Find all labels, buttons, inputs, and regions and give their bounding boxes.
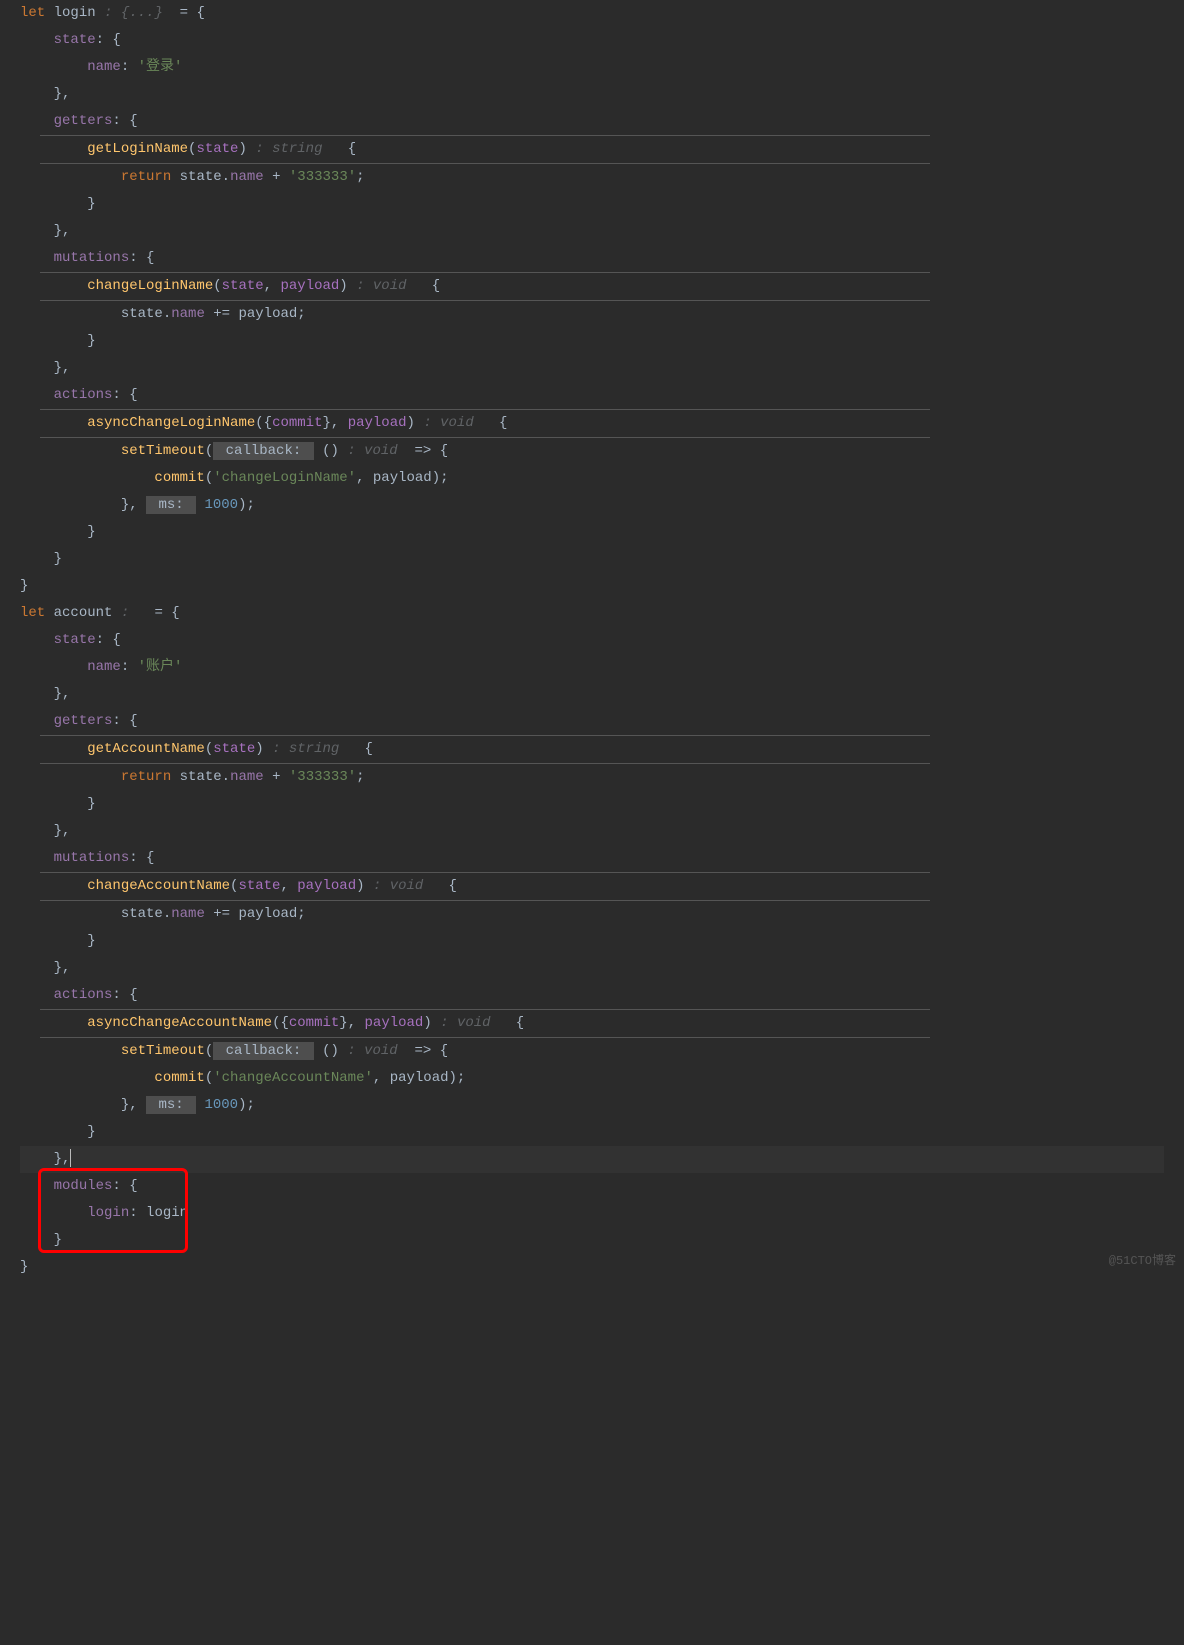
code-line: }, [20,355,1164,382]
inline-hint-badge: callback: [213,442,313,460]
code-line: mutations: { [20,245,1164,272]
code-line: setTimeout( callback: () : void => { [20,1038,1164,1065]
code-line: commit('changeLoginName', payload); [20,465,1164,492]
code-line: } [20,328,1164,355]
code-line: }, [20,818,1164,845]
caret-icon [70,1149,71,1167]
code-line: state: { [20,627,1164,654]
inline-hint-badge: callback: [213,1042,313,1060]
inline-hint-badge: ms: [146,496,196,514]
code-line: } [20,573,1164,600]
code-line-cursor: }, [20,1146,1164,1173]
code-line: name: '账户' [20,654,1164,681]
code-line: } [20,1119,1164,1146]
code-line: changeAccountName(state, payload) : void… [20,873,1164,900]
code-line: let account : = { [20,600,1164,627]
code-line: commit('changeAccountName', payload); [20,1065,1164,1092]
code-line: } [20,928,1164,955]
code-line: }, [20,681,1164,708]
keyword-let: let [20,5,45,21]
code-line: } [20,1254,1164,1281]
code-line: return state.name + '333333'; [20,164,1164,191]
code-line: }, ms: 1000); [20,1092,1164,1119]
code-line: } [20,791,1164,818]
code-line: } [20,546,1164,573]
code-line: return state.name + '333333'; [20,764,1164,791]
code-line: mutations: { [20,845,1164,872]
code-line: } [20,1227,1164,1254]
code-line: state.name += payload; [20,301,1164,328]
code-line: actions: { [20,382,1164,409]
code-line: changeLoginName(state, payload) : void { [20,273,1164,300]
code-line: getAccountName(state) : string { [20,736,1164,763]
code-line: getters: { [20,108,1164,135]
code-line: state.name += payload; [20,901,1164,928]
code-line: login: login [20,1200,1164,1227]
inline-hint-badge: ms: [146,1096,196,1114]
code-line: setTimeout( callback: () : void => { [20,438,1164,465]
code-line: getters: { [20,708,1164,735]
code-line: asyncChangeLoginName({commit}, payload) … [20,410,1164,437]
code-line: }, [20,218,1164,245]
code-line: } [20,519,1164,546]
code-line: }, [20,955,1164,982]
code-editor[interactable]: let login : {...} = { state: { name: '登录… [0,0,1184,1281]
code-line: state: { [20,27,1164,54]
code-line: modules: { [20,1173,1164,1200]
code-line: asyncChangeAccountName({commit}, payload… [20,1010,1164,1037]
code-line: } [20,191,1164,218]
watermark-text: @51CTO博客 [1109,1248,1176,1275]
code-line: actions: { [20,982,1164,1009]
code-line: let login : {...} = { [20,0,1164,27]
code-line: }, [20,81,1164,108]
code-line: getLoginName(state) : string { [20,136,1164,163]
code-line: name: '登录' [20,54,1164,81]
code-line: }, ms: 1000); [20,492,1164,519]
